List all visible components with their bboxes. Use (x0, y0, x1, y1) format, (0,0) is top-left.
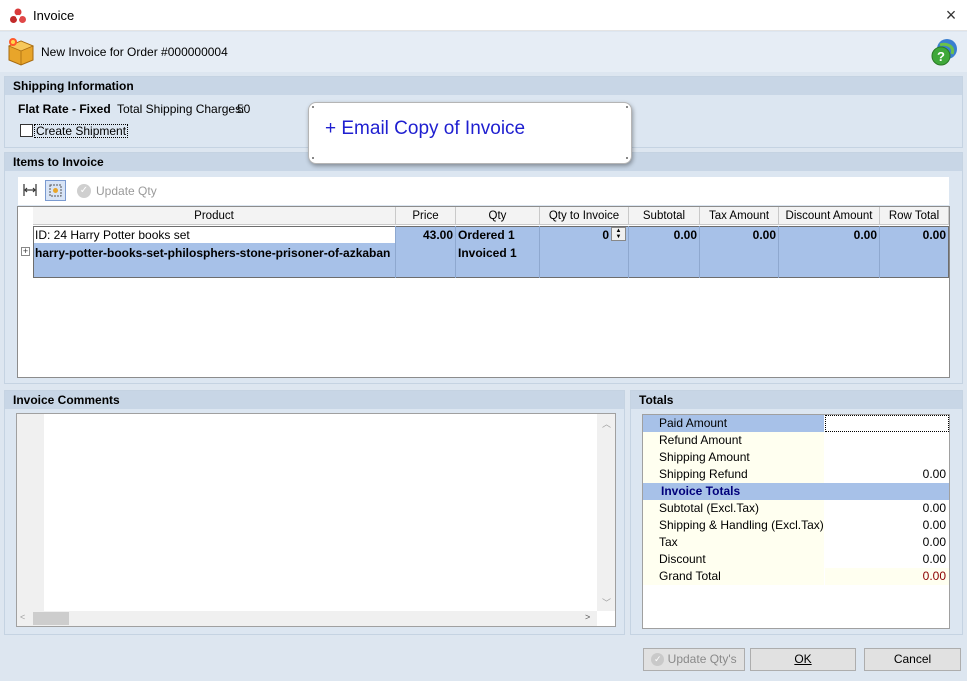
totals-row-refund-amount[interactable]: Refund Amount (643, 432, 949, 449)
subtotal-value: 0.00 (673, 228, 697, 242)
totals-row-tax: Tax 0.00 (643, 534, 949, 551)
discount-amount-value: 0.00 (853, 228, 877, 242)
comments-vertical-scrollbar[interactable]: ︿ ﹀ (597, 414, 615, 611)
totals-row-discount: Discount 0.00 (643, 551, 949, 568)
cancel-button[interactable]: Cancel (864, 648, 961, 671)
totals-label: Grand Total (643, 568, 824, 585)
cell-divider (539, 226, 540, 278)
comments-textarea[interactable] (16, 413, 616, 627)
product-id: ID: 24 Harry Potter books set (35, 228, 190, 242)
totals-value[interactable] (825, 432, 949, 449)
totals-row-paid-amount[interactable]: Paid Amount (643, 415, 949, 432)
qty-spinner-arrows-icon[interactable]: ▲ ▼ (611, 227, 626, 241)
comments-section-title: Invoice Comments (5, 391, 624, 409)
totals-value: 0.00 (922, 518, 946, 532)
svg-text:?: ? (937, 49, 945, 64)
comments-gutter (17, 414, 44, 611)
order-title: New Invoice for Order #000000004 (41, 45, 228, 59)
create-shipment-label[interactable]: Create Shipment (34, 124, 129, 138)
totals-label: Refund Amount (643, 432, 824, 449)
shipping-section-title: Shipping Information (5, 77, 962, 95)
update-qty-check-icon: ✓ (77, 184, 91, 198)
scroll-right-icon[interactable]: > (585, 612, 590, 622)
product-sku: harry-potter-books-set-philosphers-stone… (35, 246, 391, 260)
totals-group-header: Invoice Totals (643, 483, 949, 500)
update-qty-button[interactable]: Update Qty (96, 184, 157, 198)
popup-corner-dot (312, 106, 314, 108)
totals-section-title: Totals (631, 391, 962, 409)
totals-label: Shipping & Handling (Excl.Tax) (643, 517, 824, 534)
totals-label: Paid Amount (643, 415, 824, 432)
totals-row-shipping-amount[interactable]: Shipping Amount (643, 449, 949, 466)
ok-button[interactable]: OK (750, 648, 856, 671)
shipping-method: Flat Rate - Fixed (18, 102, 111, 116)
shipping-charges-value: 50 (237, 102, 251, 116)
app-icon (10, 8, 26, 23)
totals-value[interactable] (825, 449, 949, 466)
popup-corner-dot (626, 106, 628, 108)
title-bar (0, 0, 967, 31)
close-button[interactable]: × (940, 4, 962, 26)
totals-label: Subtotal (Excl.Tax) (643, 500, 824, 517)
totals-row-subtotal: Subtotal (Excl.Tax) 0.00 (643, 500, 949, 517)
scroll-left-icon[interactable]: < (20, 612, 25, 622)
totals-label: Shipping Refund (643, 466, 824, 483)
column-header-qty[interactable]: Qty (456, 207, 540, 225)
grand-total-value: 0.00 (825, 568, 949, 585)
help-globe-icon[interactable]: ? (930, 37, 960, 67)
cancel-label: Cancel (893, 652, 932, 666)
update-qtys-label: Update Qty's (667, 652, 737, 666)
qty-ordered: Ordered 1 (458, 228, 515, 242)
fit-columns-icon[interactable] (21, 181, 39, 199)
cell-divider (455, 226, 456, 278)
check-icon: ✓ (651, 653, 665, 667)
column-header-qty-to-invoice[interactable]: Qty to Invoice (540, 207, 629, 225)
update-qtys-button[interactable]: ✓ Update Qty's (643, 648, 745, 671)
popup-corner-dot (312, 157, 314, 159)
column-header-tax-amount[interactable]: Tax Amount (700, 207, 779, 225)
qty-to-invoice-input[interactable]: 0 (541, 228, 609, 242)
qty-invoiced: Invoiced 1 (458, 246, 517, 260)
popup-corner-dot (626, 157, 628, 159)
email-copy-of-invoice-link[interactable]: + Email Copy of Invoice (325, 118, 525, 140)
ok-label: OK (794, 652, 812, 666)
totals-label: Tax (643, 534, 824, 551)
invoice-totals-heading: Invoice Totals (661, 484, 741, 498)
window-title: Invoice (33, 8, 75, 23)
create-shipment-checkbox[interactable] (20, 124, 33, 137)
scroll-up-icon[interactable]: ︿ (602, 417, 611, 430)
scroll-thumb[interactable] (33, 612, 69, 625)
totals-value: 0.00 (922, 467, 946, 481)
shipping-charges-label: Total Shipping Charges: (117, 102, 245, 116)
totals-row-shipping-handling: Shipping & Handling (Excl.Tax) 0.00 (643, 517, 949, 534)
comments-horizontal-scrollbar[interactable]: < > (17, 611, 597, 626)
items-toolbar (18, 177, 949, 205)
column-header-product[interactable]: Product (33, 207, 396, 225)
totals-label: Shipping Amount (643, 449, 824, 466)
column-header-discount-amount[interactable]: Discount Amount (779, 207, 880, 225)
scroll-down-icon[interactable]: ﹀ (602, 596, 611, 609)
column-header-subtotal[interactable]: Subtotal (629, 207, 700, 225)
totals-row-shipping-refund[interactable]: Shipping Refund 0.00 (643, 466, 949, 483)
totals-row-grand-total: Grand Total 0.00 (643, 568, 949, 585)
totals-value: 0.00 (922, 501, 946, 515)
select-all-icon[interactable] (45, 180, 66, 201)
column-header-price[interactable]: Price (396, 207, 456, 225)
tax-amount-value: 0.00 (752, 228, 776, 242)
column-header-row-total[interactable]: Row Total (880, 207, 949, 225)
order-box-icon (7, 38, 35, 66)
price-value: 43.00 (422, 228, 453, 242)
totals-label: Discount (643, 551, 824, 568)
totals-value: 0.00 (922, 552, 946, 566)
totals-value: 0.00 (922, 535, 946, 549)
paid-amount-input[interactable] (825, 415, 949, 432)
row-total-value: 0.00 (922, 228, 946, 242)
row-expand-icon[interactable]: + (21, 247, 30, 256)
